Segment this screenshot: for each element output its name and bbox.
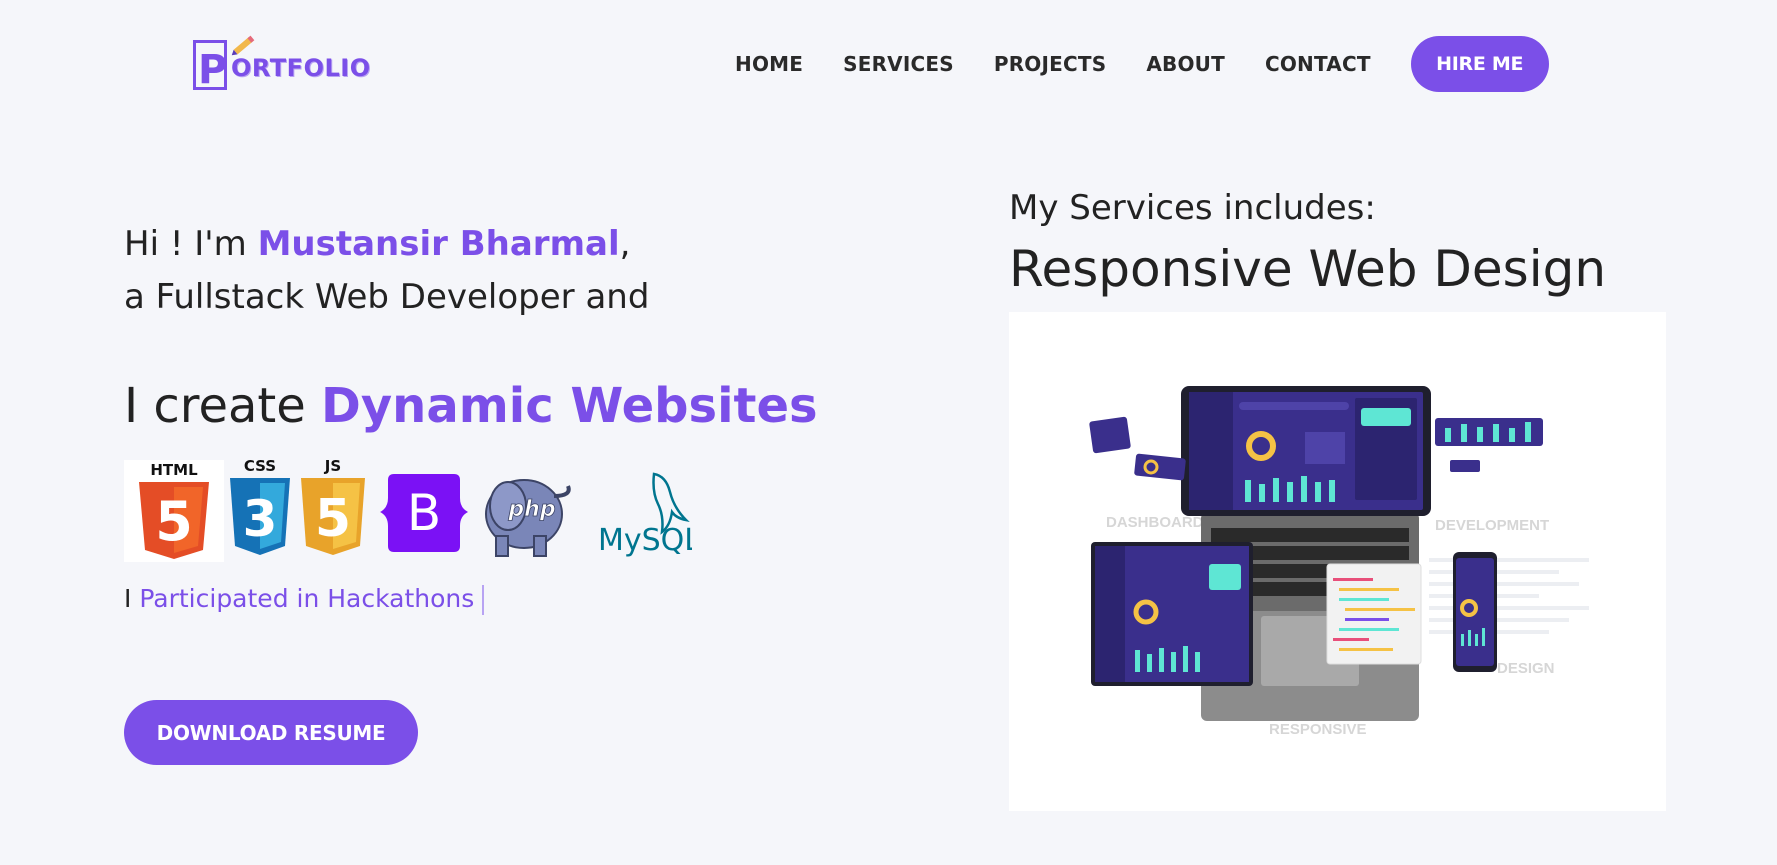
role-line: a Fullstack Web Developer and bbox=[124, 277, 650, 317]
services-current: Responsive Web Design bbox=[1009, 240, 1607, 298]
main-nav: HOME SERVICES PROJECTS ABOUT CONTACT HIR… bbox=[735, 36, 1549, 92]
services-label: My Services includes: bbox=[1009, 188, 1376, 228]
js-glyph: 5 bbox=[315, 489, 351, 549]
headline-highlight: Dynamic Websites bbox=[321, 378, 818, 434]
hero-intro: Hi ! I'm Mustansir Bharmal, a Fullstack … bbox=[124, 218, 649, 324]
html5-glyph: 5 bbox=[155, 490, 193, 553]
typed-text: Participated in Hackathons bbox=[139, 584, 475, 613]
typed-prefix: I bbox=[124, 584, 140, 613]
bootstrap-glyph: B bbox=[407, 484, 441, 542]
nav-about-link[interactable]: ABOUT bbox=[1146, 52, 1225, 76]
nav-services-link[interactable]: SERVICES bbox=[843, 52, 954, 76]
headline-prefix: I create bbox=[124, 378, 322, 434]
logo[interactable]: P ORTFOLIO bbox=[193, 32, 393, 94]
mysql-icon: MySQL bbox=[596, 468, 701, 562]
bootstrap-icon: B bbox=[380, 468, 468, 562]
hero-headline: I create Dynamic Websites bbox=[124, 378, 818, 434]
nav-contact-link[interactable]: CONTACT bbox=[1265, 52, 1371, 76]
tech-stack-icons: HTML 5 CSS 3 JS 5 B php MySQL bbox=[124, 457, 701, 562]
greeting-line: Hi ! I'm Mustansir Bharmal, bbox=[124, 218, 649, 271]
css-label: CSS bbox=[244, 457, 276, 475]
html-label: HTML bbox=[150, 461, 198, 479]
logo-frame: P bbox=[193, 40, 227, 90]
hire-me-button[interactable]: HIRE ME bbox=[1410, 36, 1549, 92]
js-label: JS bbox=[324, 457, 341, 475]
css3-icon: CSS 3 bbox=[228, 456, 292, 562]
illustration-label-dashboard: DASHBOARD bbox=[1106, 514, 1204, 531]
logo-wordmark: ORTFOLIO bbox=[231, 54, 371, 82]
mysql-glyph: MySQL bbox=[598, 523, 692, 558]
javascript-icon: JS 5 bbox=[298, 456, 368, 562]
developer-name: Mustansir Bharmal bbox=[257, 224, 620, 264]
html5-icon: HTML 5 bbox=[124, 460, 224, 562]
illustration-label-design: DESIGN bbox=[1497, 660, 1555, 677]
download-resume-button[interactable]: DOWNLOAD RESUME bbox=[124, 700, 418, 765]
illustration-label-development: DEVELOPMENT bbox=[1435, 517, 1549, 534]
php-icon: php bbox=[480, 466, 574, 562]
css3-glyph: 3 bbox=[243, 490, 278, 548]
illustration-label-responsive: RESPONSIVE bbox=[1269, 721, 1367, 738]
responsive-design-illustration: DASHBOARD DEVELOPMENT DESIGN RESPONSIVE bbox=[1009, 312, 1666, 811]
php-glyph: php bbox=[507, 497, 555, 522]
logo-initial: P bbox=[198, 47, 228, 93]
greeting-suffix: , bbox=[619, 224, 631, 264]
greeting-prefix: Hi ! I'm bbox=[124, 224, 258, 264]
typing-cursor bbox=[482, 585, 485, 615]
typed-text-line: I Participated in Hackathons bbox=[124, 584, 485, 615]
nav-projects-link[interactable]: PROJECTS bbox=[994, 52, 1107, 76]
nav-home-link[interactable]: HOME bbox=[735, 52, 803, 76]
